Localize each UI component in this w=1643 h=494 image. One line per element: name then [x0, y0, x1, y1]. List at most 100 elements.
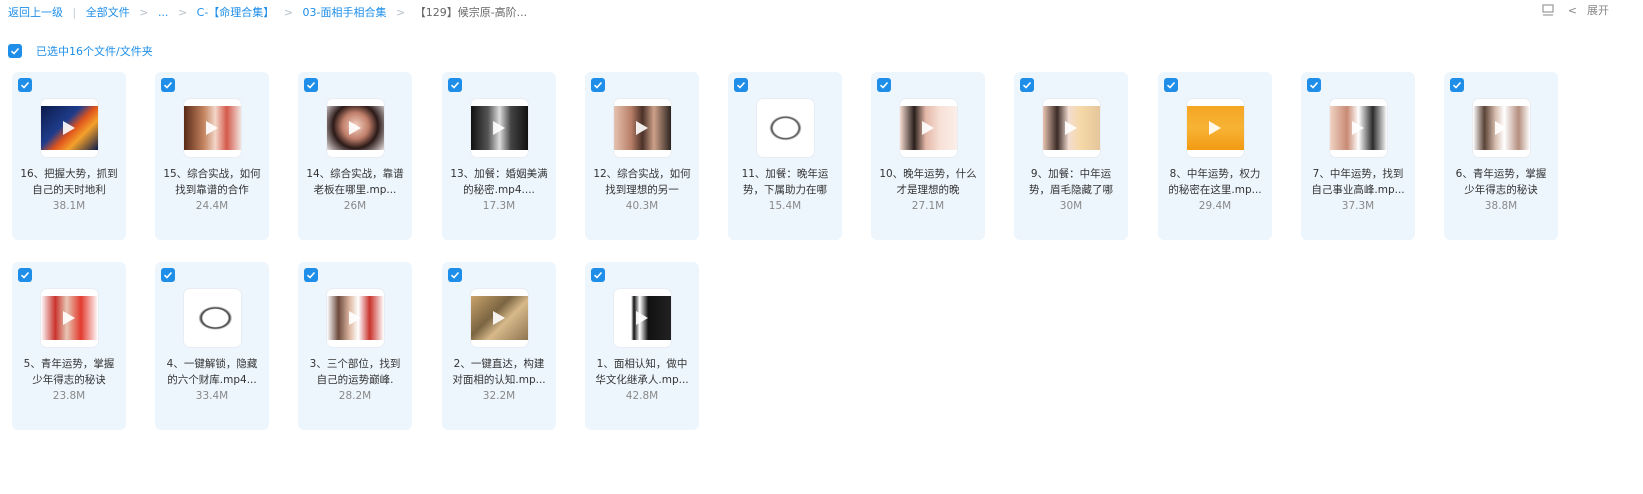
video-thumbnail[interactable] — [614, 289, 671, 347]
breadcrumb-arrow-icon: > — [396, 6, 406, 19]
file-card[interactable]: 8、中年运势，权力的秘密在这里.mp... 29.4M — [1158, 72, 1272, 240]
file-name[interactable]: 8、中年运势，权力的秘密在这里.mp... — [1166, 166, 1264, 198]
file-checkbox[interactable] — [18, 268, 32, 282]
file-size: 38.1M — [52, 200, 86, 212]
file-card[interactable]: 14、综合实战，靠谱老板在哪里.mp... 26M — [298, 72, 412, 240]
video-thumbnail[interactable] — [757, 99, 814, 157]
file-card[interactable]: 7、中年运势，找到自己事业高峰.mp... 37.3M — [1301, 72, 1415, 240]
file-checkbox[interactable] — [448, 78, 462, 92]
file-name[interactable]: 1、面相认知，做中华文化继承人.mp... — [593, 356, 691, 388]
play-icon — [206, 311, 218, 325]
file-size: 37.3M — [1341, 200, 1375, 212]
file-size: 40.3M — [625, 200, 659, 212]
file-checkbox[interactable] — [304, 78, 318, 92]
video-thumbnail[interactable] — [471, 289, 528, 347]
file-checkbox[interactable] — [18, 78, 32, 92]
file-name[interactable]: 16、把握大势，抓到自己的天时地利 — [20, 166, 118, 198]
file-checkbox[interactable] — [591, 268, 605, 282]
file-checkbox[interactable] — [161, 78, 175, 92]
breadcrumb-ellipsis[interactable]: ... — [158, 6, 169, 19]
check-icon — [20, 271, 30, 279]
file-name[interactable]: 15、综合实战，如何找到靠谱的合作 — [163, 166, 261, 198]
file-card[interactable]: 4、一键解锁，隐藏的六个财库.mp4... 33.4M — [155, 262, 269, 430]
back-link[interactable]: 返回上一级 — [8, 6, 63, 19]
check-icon — [163, 271, 173, 279]
file-card[interactable]: 3、三个部位，找到自己的运势巅峰. 28.2M — [298, 262, 412, 430]
video-thumbnail[interactable] — [327, 99, 384, 157]
file-name[interactable]: 4、一键解锁，隐藏的六个财库.mp4... — [163, 356, 261, 388]
file-card[interactable]: 13、加餐：婚姻美满的秘密.mp4.... 17.3M — [442, 72, 556, 240]
play-icon — [206, 121, 218, 135]
file-card[interactable]: 9、加餐：中年运势，眉毛隐藏了哪 30M — [1014, 72, 1128, 240]
file-size: 29.4M — [1198, 200, 1232, 212]
play-icon — [636, 121, 648, 135]
file-size: 38.8M — [1484, 200, 1518, 212]
file-checkbox[interactable] — [1020, 78, 1034, 92]
file-checkbox[interactable] — [1164, 78, 1178, 92]
file-card[interactable]: 15、综合实战，如何找到靠谱的合作 24.4M — [155, 72, 269, 240]
list-view-icon[interactable] — [1540, 2, 1556, 18]
file-size: 32.2M — [482, 390, 516, 402]
file-card[interactable]: 6、青年运势，掌握少年得志的秘诀 38.8M — [1444, 72, 1558, 240]
file-name[interactable]: 9、加餐：中年运势，眉毛隐藏了哪 — [1022, 166, 1120, 198]
file-checkbox[interactable] — [304, 268, 318, 282]
file-size: 26M — [343, 200, 367, 212]
file-size: 30M — [1059, 200, 1083, 212]
video-thumbnail[interactable] — [41, 289, 98, 347]
video-thumbnail[interactable] — [184, 289, 241, 347]
file-card[interactable]: 10、晚年运势，什么才是理想的晚 27.1M — [871, 72, 985, 240]
check-icon — [306, 271, 316, 279]
breadcrumb-all-files[interactable]: 全部文件 — [86, 6, 130, 19]
file-size: 42.8M — [625, 390, 659, 402]
file-name[interactable]: 11、加餐：晚年运势，下属助力在哪 — [736, 166, 834, 198]
file-checkbox[interactable] — [734, 78, 748, 92]
breadcrumb: 返回上一级 | 全部文件 > ... > C-【命理合集】 > 03-面相手相合… — [8, 4, 527, 20]
video-thumbnail[interactable] — [1473, 99, 1530, 157]
file-name[interactable]: 14、综合实战，靠谱老板在哪里.mp... — [306, 166, 404, 198]
video-thumbnail[interactable] — [1043, 99, 1100, 157]
file-card[interactable]: 12、综合实战，如何找到理想的另一 40.3M — [585, 72, 699, 240]
file-checkbox[interactable] — [877, 78, 891, 92]
file-name[interactable]: 3、三个部位，找到自己的运势巅峰. — [306, 356, 404, 388]
video-thumbnail[interactable] — [1330, 99, 1387, 157]
file-name[interactable]: 2、一键直达，构建对面相的认知.mp... — [450, 356, 548, 388]
video-thumbnail[interactable] — [327, 289, 384, 347]
video-thumbnail[interactable] — [471, 99, 528, 157]
check-icon — [163, 81, 173, 89]
file-size: 24.4M — [195, 200, 229, 212]
select-all-checkbox[interactable] — [8, 44, 22, 58]
file-card[interactable]: 5、青年运势，掌握少年得志的秘诀 23.8M — [12, 262, 126, 430]
file-name[interactable]: 12、综合实战，如何找到理想的另一 — [593, 166, 691, 198]
file-card[interactable]: 16、把握大势，抓到自己的天时地利 38.1M — [12, 72, 126, 240]
file-size: 28.2M — [338, 390, 372, 402]
video-thumbnail[interactable] — [1187, 99, 1244, 157]
video-thumbnail[interactable] — [614, 99, 671, 157]
breadcrumb-level2[interactable]: 03-面相手相合集 — [303, 6, 387, 19]
check-icon — [593, 81, 603, 89]
expand-button[interactable]: < 展开 — [1568, 2, 1609, 18]
play-icon — [779, 121, 791, 135]
play-icon — [636, 311, 648, 325]
video-thumbnail[interactable] — [900, 99, 957, 157]
file-checkbox[interactable] — [161, 268, 175, 282]
check-icon — [1309, 81, 1319, 89]
video-thumbnail[interactable] — [184, 99, 241, 157]
check-icon — [1452, 81, 1462, 89]
file-name[interactable]: 7、中年运势，找到自己事业高峰.mp... — [1309, 166, 1407, 198]
play-icon — [349, 311, 361, 325]
file-card[interactable]: 1、面相认知，做中华文化继承人.mp... 42.8M — [585, 262, 699, 430]
file-name[interactable]: 5、青年运势，掌握少年得志的秘诀 — [20, 356, 118, 388]
check-icon — [593, 271, 603, 279]
file-card[interactable]: 2、一键直达，构建对面相的认知.mp... 32.2M — [442, 262, 556, 430]
file-checkbox[interactable] — [1307, 78, 1321, 92]
breadcrumb-arrow-icon: > — [283, 6, 294, 19]
file-checkbox[interactable] — [1450, 78, 1464, 92]
file-name[interactable]: 6、青年运势，掌握少年得志的秘诀 — [1452, 166, 1550, 198]
video-thumbnail[interactable] — [41, 99, 98, 157]
file-checkbox[interactable] — [448, 268, 462, 282]
file-name[interactable]: 13、加餐：婚姻美满的秘密.mp4.... — [450, 166, 548, 198]
file-checkbox[interactable] — [591, 78, 605, 92]
file-card[interactable]: 11、加餐：晚年运势，下属助力在哪 15.4M — [728, 72, 842, 240]
file-name[interactable]: 10、晚年运势，什么才是理想的晚 — [879, 166, 977, 198]
breadcrumb-level1[interactable]: C-【命理合集】 — [197, 6, 275, 19]
